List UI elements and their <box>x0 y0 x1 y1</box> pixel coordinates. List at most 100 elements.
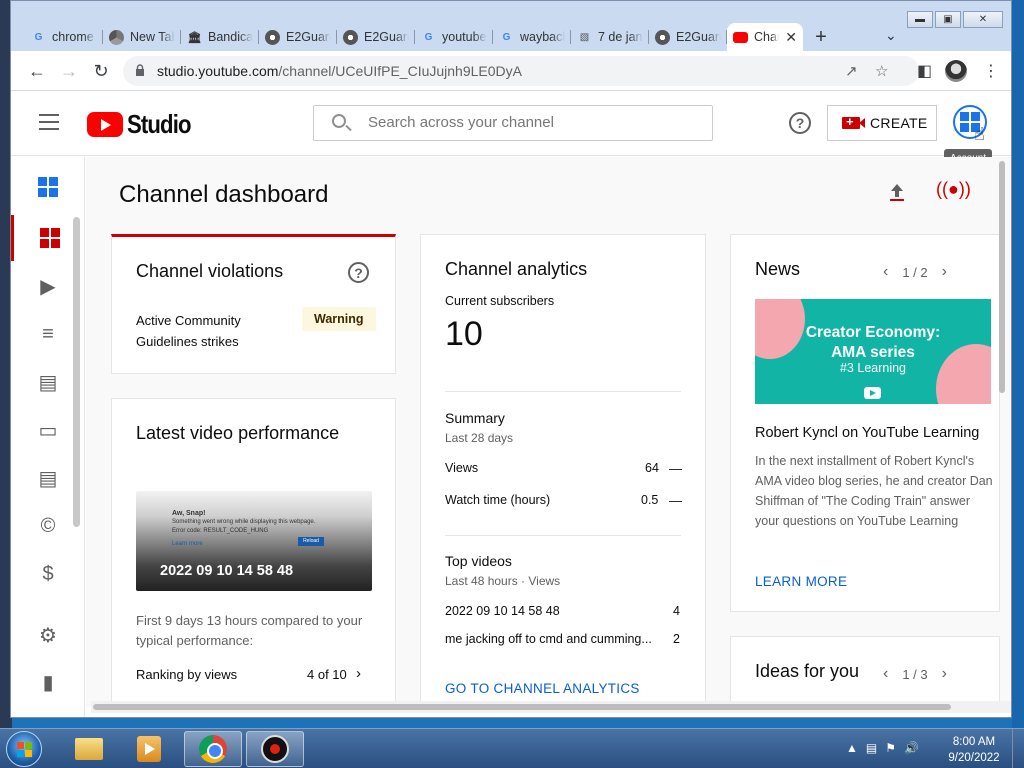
learn-more-link[interactable]: LEARN MORE <box>755 574 847 589</box>
browser-tab[interactable]: Gwayback <box>493 23 571 51</box>
browser-tab[interactable]: E2Guardian <box>649 23 727 51</box>
browser-tab[interactable]: Gyoutube <box>415 23 493 51</box>
chrome-favicon-icon <box>109 29 124 45</box>
feedback-icon: ▮ <box>42 671 54 694</box>
summary-period: Last 28 days <box>445 431 514 445</box>
taskbar-media-player[interactable] <box>120 731 178 767</box>
browser-tab[interactable]: E2Guardian <box>259 23 337 51</box>
go-live-icon[interactable]: ((●)) <box>936 179 971 200</box>
folder-icon <box>75 738 103 760</box>
go-to-analytics-link[interactable]: GO TO CHANNEL ANALYTICS <box>445 681 640 696</box>
studio-logo[interactable]: Studio <box>87 109 202 140</box>
close-tab-icon[interactable]: ✕ <box>785 29 797 46</box>
search-input[interactable] <box>368 114 698 131</box>
browser-tab[interactable]: E2Guardian <box>337 23 415 51</box>
lock-icon <box>136 64 144 76</box>
channel-avatar-icon[interactable] <box>11 164 85 210</box>
flag-icon[interactable]: ⚑ <box>885 741 896 755</box>
browser-tab[interactable]: Gchrome <box>25 23 103 51</box>
watch-time-trend: — <box>669 493 682 508</box>
copyright-icon: © <box>40 514 56 537</box>
forward-arrow-icon[interactable]: → <box>57 59 81 83</box>
dashboard-icon <box>39 228 60 248</box>
watch-time-value: 0.5 <box>641 493 659 507</box>
sidebar-item-settings[interactable]: ⚙ <box>11 612 85 658</box>
tray-expand-icon[interactable]: ▲ <box>846 741 858 755</box>
tabs: GchromeNew Tab🏛BandicamE2GuardianE2Guard… <box>25 23 803 51</box>
back-arrow-icon[interactable]: ← <box>25 59 49 83</box>
G-favicon-icon: G <box>34 31 43 43</box>
main-vertical-scrollbar[interactable] <box>996 157 1008 707</box>
globe-favicon-icon <box>343 29 358 45</box>
views-value: 64 <box>645 461 659 475</box>
sidebar-item-feedback[interactable]: ▮ <box>11 659 85 705</box>
news-image[interactable]: Creator Economy: AMA series #3 Learning <box>755 299 991 404</box>
side-panel-icon[interactable]: ◧ <box>917 61 932 81</box>
bookmark-star-icon[interactable]: ☆ <box>875 62 888 80</box>
minimize-button[interactable]: ▬ <box>907 11 933 28</box>
watch-time-label: Watch time (hours) <box>445 493 551 507</box>
browser-toolbar: ← → ↻ studio.youtube.com/channel/UCeUIfP… <box>11 51 1011 91</box>
taskbar-chrome[interactable] <box>184 731 242 767</box>
video-camera-icon <box>842 114 865 129</box>
top-video-title[interactable]: me jacking off to cmd and cumming... <box>445 632 667 646</box>
globe-favicon-icon <box>655 29 670 45</box>
create-button[interactable]: CREATE <box>827 105 937 141</box>
latest-video-card: Latest video performance Aw, Snap! Somet… <box>111 398 396 707</box>
analytics-icon: ▤ <box>38 371 58 394</box>
taskbar-explorer[interactable] <box>60 731 118 767</box>
tab-strip: GchromeNew Tab🏛BandicamE2GuardianE2Guard… <box>11 1 1011 57</box>
browser-tab[interactable]: Channel dashboard✕ <box>727 23 803 51</box>
chevron-left-icon[interactable]: ‹ <box>883 665 888 683</box>
taskbar-bandicam[interactable] <box>246 731 304 767</box>
top-videos-period: Last 48 hours · Views <box>445 574 561 588</box>
share-icon[interactable]: ↗ <box>845 62 858 80</box>
top-videos-title: Top videos <box>445 553 512 569</box>
show-desktop-button[interactable] <box>1012 729 1024 768</box>
card-title: Channel violations <box>136 261 284 281</box>
help-icon[interactable]: ? <box>789 112 811 134</box>
close-window-button[interactable]: ✕ <box>963 11 1003 28</box>
browser-tab[interactable]: ▧ 7 de jan <box>571 23 649 51</box>
compare-text-2: typical performance: <box>136 633 254 648</box>
menu-hamburger-icon[interactable] <box>39 114 59 130</box>
window-controls: ▬ ▣ ✕ <box>907 11 1003 28</box>
browser-menu-icon[interactable]: ⋮ <box>983 61 999 81</box>
chevron-right-icon[interactable]: › <box>942 665 947 683</box>
new-tab-button[interactable]: + <box>807 23 835 51</box>
top-video-title[interactable]: 2022 09 10 14 58 48 <box>445 604 560 618</box>
maximize-button[interactable]: ▣ <box>935 11 961 28</box>
reload-icon[interactable]: ↻ <box>89 59 113 83</box>
violations-help-icon[interactable]: ? <box>348 262 369 283</box>
browser-tab[interactable]: 🏛Bandicam <box>181 23 259 51</box>
chevron-left-icon[interactable]: ‹ <box>883 263 888 281</box>
chrome-icon <box>199 735 227 763</box>
browser-window: GchromeNew Tab🏛BandicamE2GuardianE2Guard… <box>10 0 1012 718</box>
tab-search-chevron-icon[interactable]: ⌄ <box>885 27 897 44</box>
browser-tab[interactable]: New Tab <box>103 23 181 51</box>
clock[interactable]: 8:00 AM 9/20/2022 <box>944 734 1004 766</box>
sidebar-item-earn[interactable]: $ <box>11 551 85 597</box>
sidebar-scrollbar[interactable] <box>73 217 80 527</box>
building-favicon-icon: 🏛 <box>187 31 202 44</box>
warning-badge: Warning <box>302 307 376 331</box>
bandicam-icon <box>261 735 289 763</box>
address-bar[interactable]: studio.youtube.com/channel/UCeUIfPE_CIuJ… <box>123 56 919 86</box>
start-button[interactable] <box>6 731 42 767</box>
horizontal-scrollbar[interactable] <box>91 701 1011 713</box>
gear-icon: ⚙ <box>39 624 57 647</box>
network-icon[interactable]: ▤ <box>866 741 877 755</box>
volume-icon[interactable]: 🔊 <box>904 741 919 755</box>
card-title: Latest video performance <box>136 423 340 443</box>
G-favicon-icon: G <box>424 31 433 43</box>
search-icon[interactable] <box>332 114 346 128</box>
chevron-right-icon[interactable]: › <box>356 665 361 682</box>
windows-logo-icon <box>17 742 32 757</box>
browser-profile-avatar[interactable] <box>945 60 967 82</box>
upload-icon[interactable] <box>886 181 908 203</box>
video-thumbnail[interactable]: Aw, Snap! Something went wrong while dis… <box>136 491 372 591</box>
subtitles-icon: ▤ <box>38 467 58 490</box>
card-title: Channel analytics <box>445 259 588 279</box>
chevron-right-icon[interactable]: › <box>942 263 947 281</box>
search-box[interactable] <box>313 105 713 141</box>
